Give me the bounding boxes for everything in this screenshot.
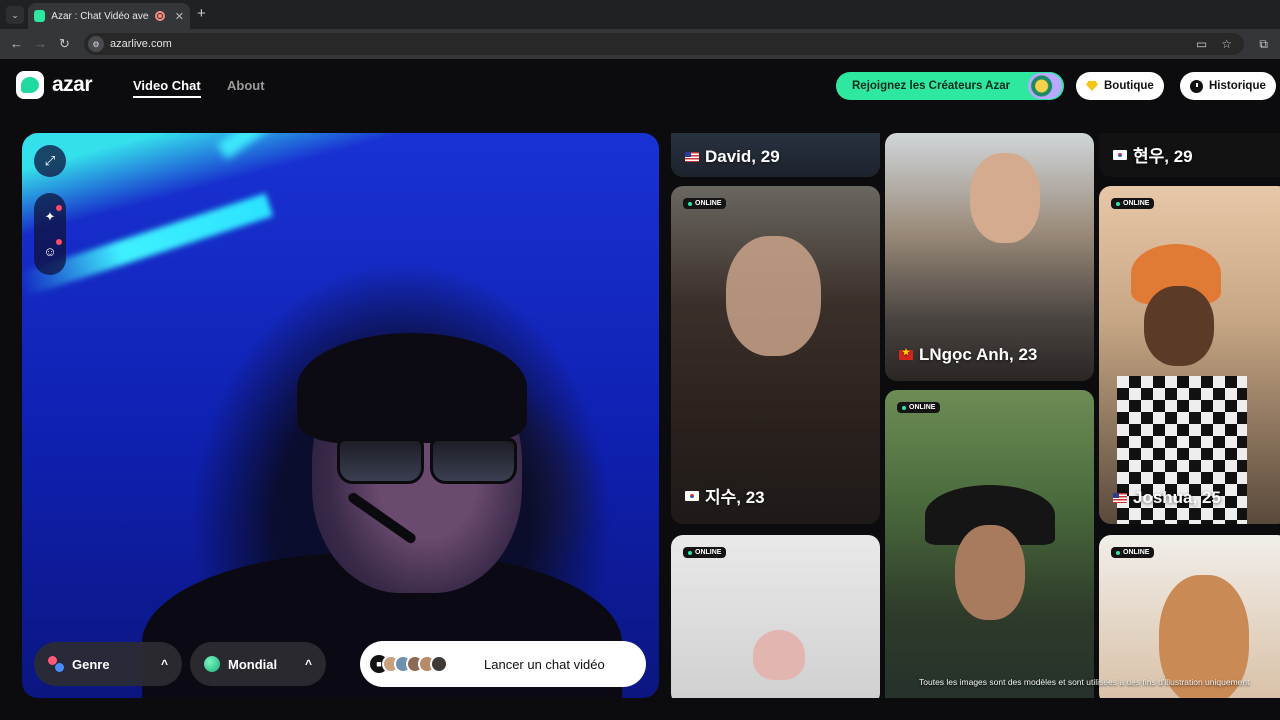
globe-icon	[204, 656, 220, 672]
avatar	[430, 655, 448, 673]
genre-filter[interactable]: Genre ^	[34, 642, 182, 686]
kr-flag-icon	[1113, 149, 1127, 160]
recording-icon	[155, 11, 165, 21]
profile-card[interactable]: David, 29	[671, 133, 880, 177]
genre-label: Genre	[72, 656, 110, 672]
neon-light	[216, 133, 487, 160]
tab-search-icon[interactable]: ⌄	[6, 6, 24, 24]
chevron-up-icon: ^	[160, 657, 168, 671]
gender-icon	[48, 656, 64, 672]
azar-page: azar Video Chat About Rejoignez les Créa…	[0, 59, 1280, 720]
magic-wand-icon[interactable]: ✦	[42, 205, 62, 225]
profile-card[interactable]: ONLINE	[1099, 535, 1280, 698]
diamond-icon	[1086, 81, 1098, 91]
profile-card[interactable]: ONLINE	[671, 535, 880, 698]
historique-label: Historique	[1209, 80, 1266, 92]
browser-tab[interactable]: Azar : Chat Vidéo avec de n ✕	[28, 3, 190, 29]
online-badge: ONLINE	[683, 198, 727, 209]
tab-title: Azar : Chat Vidéo avec de n	[51, 10, 149, 22]
clock-icon	[1190, 79, 1203, 93]
profile-card[interactable]: ONLINE 지수, 23	[671, 186, 880, 524]
profile-name: 현우, 29	[1113, 142, 1193, 167]
region-label: Mondial	[228, 656, 278, 672]
nav-video-chat[interactable]: Video Chat	[133, 78, 201, 98]
expand-control[interactable]: ⤢	[34, 145, 66, 177]
vn-flag-icon	[899, 347, 913, 360]
profile-card[interactable]: LNgọc Anh, 23	[885, 133, 1094, 381]
disclaimer-text: Toutes les images sont des modèles et so…	[919, 677, 1250, 687]
profile-grid: David, 29 ONLINE 지수, 23 ONLINE LNgọc Anh…	[671, 133, 1280, 698]
nav-about[interactable]: About	[227, 78, 265, 93]
forward-arrow-icon[interactable]: →	[34, 36, 47, 51]
face-sticker-icon[interactable]: ☺	[42, 239, 62, 259]
sunglasses	[337, 438, 517, 484]
join-creators-label: Rejoignez les Créateurs Azar	[852, 80, 1011, 92]
join-creators-button[interactable]: Rejoignez les Créateurs Azar	[836, 72, 1064, 100]
avatar-stack: ■	[370, 655, 448, 673]
profile-name: Joshua, 25	[1113, 488, 1221, 508]
browser-tab-bar: ⌄ Azar : Chat Vidéo avec de n ✕ +	[0, 0, 1280, 29]
site-info-icon[interactable]: ⚙	[88, 36, 104, 52]
kr-flag-icon	[685, 490, 699, 501]
profile-name: David, 29	[685, 147, 780, 167]
new-tab-button[interactable]: +	[197, 5, 206, 22]
chevron-up-icon: ^	[304, 657, 312, 671]
boutique-button[interactable]: Boutique	[1076, 72, 1164, 100]
creators-badge-icon	[1028, 73, 1062, 99]
profile-card[interactable]: ONLINE Joshua, 25	[1099, 186, 1280, 524]
back-arrow-icon[interactable]: ←	[10, 36, 23, 51]
tab-close-icon[interactable]: ✕	[175, 10, 184, 23]
expand-icon[interactable]: ⤢	[42, 153, 58, 169]
profile-name: LNgọc Anh, 23	[899, 345, 1037, 365]
boutique-label: Boutique	[1104, 80, 1154, 92]
online-badge: ONLINE	[897, 402, 941, 413]
effects-controls: ✦ ☺	[34, 193, 66, 275]
bookmark-star-icon[interactable]: ☆	[1221, 37, 1232, 51]
us-flag-icon	[1113, 493, 1127, 503]
extensions-icon[interactable]: ⧉	[1259, 37, 1268, 52]
online-badge: ONLINE	[683, 547, 727, 558]
azar-favicon-icon	[34, 10, 46, 22]
azar-logo-icon	[16, 71, 44, 99]
profile-name: 지수, 23	[685, 483, 765, 508]
historique-button[interactable]: Historique	[1180, 72, 1276, 100]
logo-text: azar	[52, 73, 93, 96]
webcam-person-hair	[297, 333, 527, 443]
start-video-chat-button[interactable]: ■ Lancer un chat vidéo	[360, 641, 646, 687]
azar-logo[interactable]: azar	[16, 71, 93, 99]
region-filter[interactable]: Mondial ^	[190, 642, 326, 686]
start-video-chat-label: Lancer un chat vidéo	[484, 656, 605, 672]
us-flag-icon	[685, 152, 699, 162]
online-badge: ONLINE	[1111, 547, 1155, 558]
video-preview: ⤢ ✦ ☺ Genre ^ Mondial ^ ■ Lancer un chat…	[22, 133, 659, 698]
browser-toolbar: ← → ↻ ⚙ azarlive.com ▭ ☆ ⧉	[0, 29, 1280, 59]
url-text: azarlive.com	[110, 38, 172, 50]
profile-card[interactable]: ONLINE	[885, 390, 1094, 698]
profile-card[interactable]: 현우, 29	[1099, 133, 1280, 177]
reload-icon[interactable]: ↻	[59, 36, 70, 52]
online-badge: ONLINE	[1111, 198, 1155, 209]
address-bar[interactable]: ⚙ azarlive.com ▭ ☆	[84, 33, 1244, 55]
cast-icon[interactable]: ▭	[1196, 37, 1207, 51]
